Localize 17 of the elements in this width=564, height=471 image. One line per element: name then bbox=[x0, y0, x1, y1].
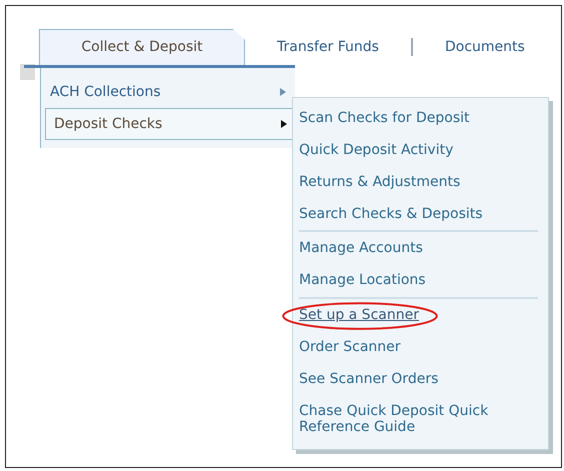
nav-tab[interactable]: Collect & Deposit bbox=[39, 29, 245, 65]
submenu-item[interactable]: Set up a Scanner bbox=[299, 298, 419, 331]
submenu-item[interactable]: Quick Deposit Activity bbox=[299, 134, 454, 166]
submenu-item[interactable]: Order Scanner bbox=[299, 330, 401, 363]
submenu-item[interactable]: Search Checks & Deposits bbox=[299, 198, 483, 230]
submenu-arrow-icon bbox=[281, 120, 287, 128]
menu-item[interactable]: ACH Collections bbox=[41, 76, 295, 108]
submenu-item[interactable]: Manage Locations bbox=[299, 264, 426, 297]
submenu-item[interactable]: Scan Checks for Deposit bbox=[299, 102, 470, 134]
nav-tab[interactable]: Documents bbox=[412, 29, 557, 65]
submenu-item[interactable]: Manage Accounts bbox=[299, 232, 423, 264]
submenu-item[interactable]: Returns & Adjustments bbox=[299, 166, 460, 198]
nav-tab[interactable]: Transfer Funds bbox=[245, 29, 411, 65]
submenu-arrow-icon bbox=[280, 88, 286, 96]
tab-divider bbox=[410, 38, 413, 56]
submenu-item[interactable]: See Scanner Orders bbox=[299, 362, 438, 395]
submenu-item[interactable]: Chase Quick Deposit Quick Reference Guide bbox=[299, 394, 538, 444]
